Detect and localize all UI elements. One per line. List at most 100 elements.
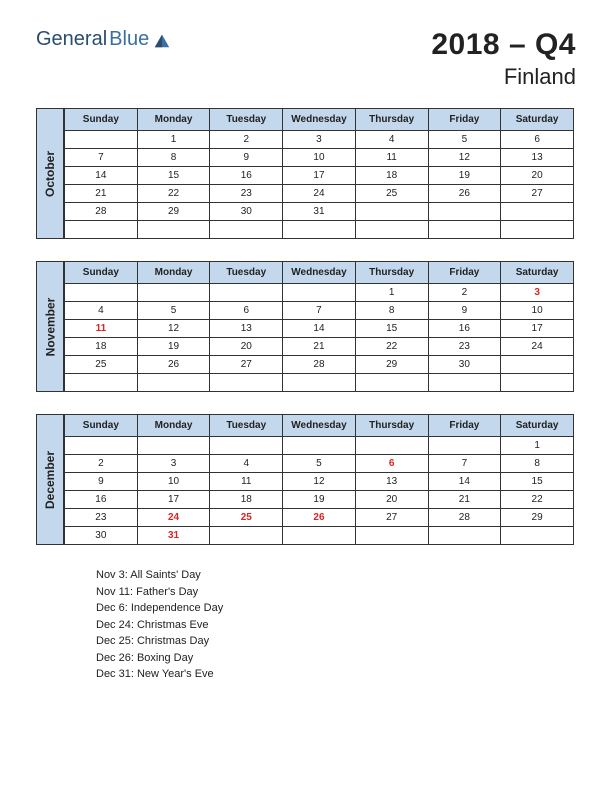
day-cell: 26 xyxy=(283,509,356,527)
week-row: 28293031 xyxy=(65,203,574,221)
holiday-entry: Nov 11: Father's Day xyxy=(96,584,576,601)
day-cell: 22 xyxy=(355,338,428,356)
day-cell: 12 xyxy=(428,149,501,167)
day-cell: 29 xyxy=(137,203,210,221)
day-header: Friday xyxy=(428,415,501,437)
holiday-entry: Dec 24: Christmas Eve xyxy=(96,617,576,634)
calendar-october: OctoberSundayMondayTuesdayWednesdayThurs… xyxy=(36,108,576,239)
day-cell xyxy=(210,221,283,239)
week-row: 1 xyxy=(65,437,574,455)
day-header: Tuesday xyxy=(210,262,283,284)
week-row: 9101112131415 xyxy=(65,473,574,491)
day-cell: 14 xyxy=(428,473,501,491)
logo: GeneralBlue xyxy=(36,28,171,51)
day-cell xyxy=(65,437,138,455)
day-cell xyxy=(501,527,574,545)
month-tab: November xyxy=(36,261,64,392)
day-cell: 7 xyxy=(65,149,138,167)
day-cell xyxy=(210,284,283,302)
week-row: 252627282930 xyxy=(65,356,574,374)
day-cell: 1 xyxy=(355,284,428,302)
day-cell: 9 xyxy=(65,473,138,491)
day-header: Thursday xyxy=(355,262,428,284)
day-header: Wednesday xyxy=(283,415,356,437)
day-cell xyxy=(283,374,356,392)
day-cell xyxy=(283,437,356,455)
day-cell: 4 xyxy=(210,455,283,473)
day-cell: 9 xyxy=(210,149,283,167)
day-header: Friday xyxy=(428,109,501,131)
day-header: Wednesday xyxy=(283,109,356,131)
header: GeneralBlue 2018 – Q4 Finland xyxy=(36,28,576,90)
day-cell: 14 xyxy=(283,320,356,338)
day-header: Thursday xyxy=(355,109,428,131)
day-cell xyxy=(355,527,428,545)
day-cell xyxy=(65,374,138,392)
holidays-list: Nov 3: All Saints' DayNov 11: Father's D… xyxy=(96,567,576,683)
day-cell xyxy=(355,203,428,221)
day-cell xyxy=(137,374,210,392)
day-cell xyxy=(501,221,574,239)
day-header: Saturday xyxy=(501,262,574,284)
day-cell: 4 xyxy=(355,131,428,149)
day-cell: 14 xyxy=(65,167,138,185)
day-cell: 2 xyxy=(210,131,283,149)
day-header: Saturday xyxy=(501,109,574,131)
title-block: 2018 – Q4 Finland xyxy=(431,28,576,90)
week-row: 11121314151617 xyxy=(65,320,574,338)
day-cell: 23 xyxy=(428,338,501,356)
logo-text-2: Blue xyxy=(109,28,149,51)
day-cell: 13 xyxy=(501,149,574,167)
day-cell: 29 xyxy=(355,356,428,374)
day-cell xyxy=(355,374,428,392)
holiday-entry: Dec 6: Independence Day xyxy=(96,600,576,617)
day-cell: 30 xyxy=(428,356,501,374)
week-row: 45678910 xyxy=(65,302,574,320)
day-cell xyxy=(210,527,283,545)
day-cell xyxy=(65,221,138,239)
day-header: Friday xyxy=(428,262,501,284)
day-cell: 24 xyxy=(501,338,574,356)
day-cell: 21 xyxy=(283,338,356,356)
holiday-entry: Dec 31: New Year's Eve xyxy=(96,666,576,683)
day-cell xyxy=(428,437,501,455)
day-cell: 25 xyxy=(355,185,428,203)
day-header: Thursday xyxy=(355,415,428,437)
day-cell: 11 xyxy=(355,149,428,167)
day-cell: 18 xyxy=(210,491,283,509)
day-cell xyxy=(210,437,283,455)
day-cell: 6 xyxy=(501,131,574,149)
logo-triangle-icon xyxy=(153,31,171,49)
day-cell: 19 xyxy=(137,338,210,356)
day-cell: 20 xyxy=(210,338,283,356)
day-cell xyxy=(283,527,356,545)
day-cell: 22 xyxy=(501,491,574,509)
logo-text-1: General xyxy=(36,28,107,51)
day-cell xyxy=(137,284,210,302)
day-cell: 1 xyxy=(501,437,574,455)
day-cell: 31 xyxy=(283,203,356,221)
day-cell: 21 xyxy=(428,491,501,509)
day-cell: 10 xyxy=(501,302,574,320)
day-cell xyxy=(210,374,283,392)
day-cell xyxy=(428,203,501,221)
calendar-december: DecemberSundayMondayTuesdayWednesdayThur… xyxy=(36,414,576,545)
day-cell: 27 xyxy=(501,185,574,203)
day-cell: 26 xyxy=(428,185,501,203)
day-cell: 11 xyxy=(65,320,138,338)
day-cell: 24 xyxy=(283,185,356,203)
day-cell: 3 xyxy=(137,455,210,473)
month-name: November xyxy=(43,297,57,356)
calendar-november: NovemberSundayMondayTuesdayWednesdayThur… xyxy=(36,261,576,392)
day-header: Monday xyxy=(137,262,210,284)
calendars-container: OctoberSundayMondayTuesdayWednesdayThurs… xyxy=(36,108,576,545)
day-cell: 13 xyxy=(355,473,428,491)
week-row: 18192021222324 xyxy=(65,338,574,356)
day-cell: 13 xyxy=(210,320,283,338)
day-cell xyxy=(428,221,501,239)
day-cell: 28 xyxy=(428,509,501,527)
week-row: 2345678 xyxy=(65,455,574,473)
day-cell: 12 xyxy=(137,320,210,338)
day-cell: 25 xyxy=(65,356,138,374)
day-cell: 16 xyxy=(428,320,501,338)
